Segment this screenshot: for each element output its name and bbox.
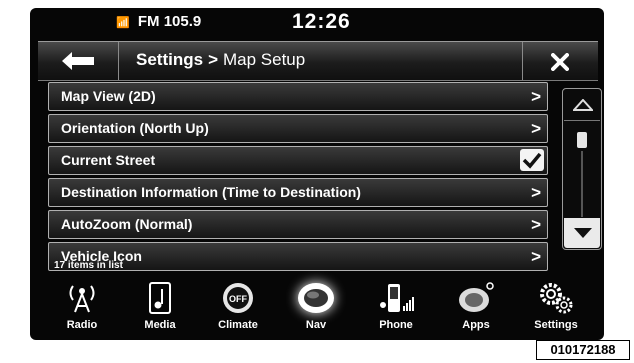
list-item-destination-info[interactable]: Destination Information (Time to Destina… <box>48 178 548 207</box>
scroll-track <box>581 151 583 217</box>
dock-label: Settings <box>534 319 578 331</box>
breadcrumb-separator: > <box>208 50 218 69</box>
dock-label: Radio <box>66 319 98 331</box>
current-street-checkbox[interactable] <box>520 149 544 171</box>
breadcrumb-parent: Settings <box>136 50 204 69</box>
dock-apps[interactable]: Apps <box>444 274 508 338</box>
radio-antenna-icon <box>69 285 95 313</box>
radio-station: FM 105.9 <box>137 13 202 30</box>
dock-media[interactable]: Media <box>128 274 192 338</box>
dock-phone[interactable]: Phone <box>364 274 428 338</box>
dock-radio[interactable]: Radio <box>50 274 114 338</box>
chevron-right-icon: > <box>531 119 541 138</box>
list-item-vehicle-icon[interactable]: Vehicle Icon > <box>48 242 548 271</box>
settings-list: Map View (2D) > Orientation (North Up) >… <box>48 82 548 274</box>
list-item-label: Map View (2D) <box>61 88 156 104</box>
dock-climate[interactable]: OFF Climate <box>206 274 270 338</box>
antenna-icon: 📶 <box>116 17 130 29</box>
close-button[interactable] <box>522 42 599 80</box>
chevron-right-icon: > <box>531 247 541 266</box>
close-icon <box>551 53 569 71</box>
checkmark-icon <box>522 152 542 169</box>
list-item-label: Destination Information (Time to Destina… <box>61 184 361 200</box>
chevron-right-icon: > <box>531 183 541 202</box>
apps-icon <box>459 282 494 312</box>
dock-label: Climate <box>218 319 258 331</box>
list-item-current-street[interactable]: Current Street <box>48 146 548 175</box>
clock: 12:26 <box>292 10 351 33</box>
scroll-down-button[interactable] <box>564 218 600 248</box>
dock-label: Nav <box>305 319 327 331</box>
bottom-dock: Radio Media OFF Climate Nav Phone Apps S… <box>30 274 604 338</box>
radio-indicator: 📶 FM 105.9 <box>116 13 201 30</box>
list-item-label: Orientation (North Up) <box>61 120 209 136</box>
list-item-orientation[interactable]: Orientation (North Up) > <box>48 114 548 143</box>
chevron-right-icon: > <box>531 87 541 106</box>
list-item-label: AutoZoom (Normal) <box>61 216 193 232</box>
back-arrow-icon <box>62 52 94 70</box>
title-bar: Settings > Map Setup <box>38 41 598 81</box>
status-bar: 📶 FM 105.9 12:26 <box>30 8 604 36</box>
page-title: Map Setup <box>223 50 306 69</box>
climate-off-text: OFF <box>229 294 247 304</box>
breadcrumb: Settings > Map Setup <box>136 50 305 70</box>
scrollbar[interactable] <box>562 88 602 250</box>
list-item-map-view[interactable]: Map View (2D) > <box>48 82 548 111</box>
phone-signal-icon <box>380 284 414 312</box>
media-note-icon <box>149 282 171 314</box>
triangle-down-icon <box>574 228 592 238</box>
chevron-right-icon: > <box>531 215 541 234</box>
back-button[interactable] <box>38 42 119 80</box>
climate-off-icon: OFF <box>223 283 253 313</box>
settings-gears-icon <box>540 283 573 314</box>
list-item-autozoom[interactable]: AutoZoom (Normal) > <box>48 210 548 239</box>
triangle-up-icon <box>573 99 593 111</box>
figure-code: 010172188 <box>536 340 630 360</box>
dock-nav[interactable]: Nav <box>284 274 348 338</box>
head-unit-screen: 📶 FM 105.9 12:26 Settings > Map Setup Map … <box>30 8 604 340</box>
list-item-label: Current Street <box>61 152 156 168</box>
dock-settings[interactable]: Settings <box>524 274 588 338</box>
dock-label: Apps <box>462 319 490 331</box>
scroll-thumb[interactable] <box>577 132 587 148</box>
dock-label: Media <box>144 319 176 331</box>
nav-globe-icon <box>298 283 334 313</box>
item-count: 17 items in list <box>54 260 123 271</box>
scroll-up-button[interactable] <box>564 90 600 121</box>
dock-label: Phone <box>379 319 413 331</box>
